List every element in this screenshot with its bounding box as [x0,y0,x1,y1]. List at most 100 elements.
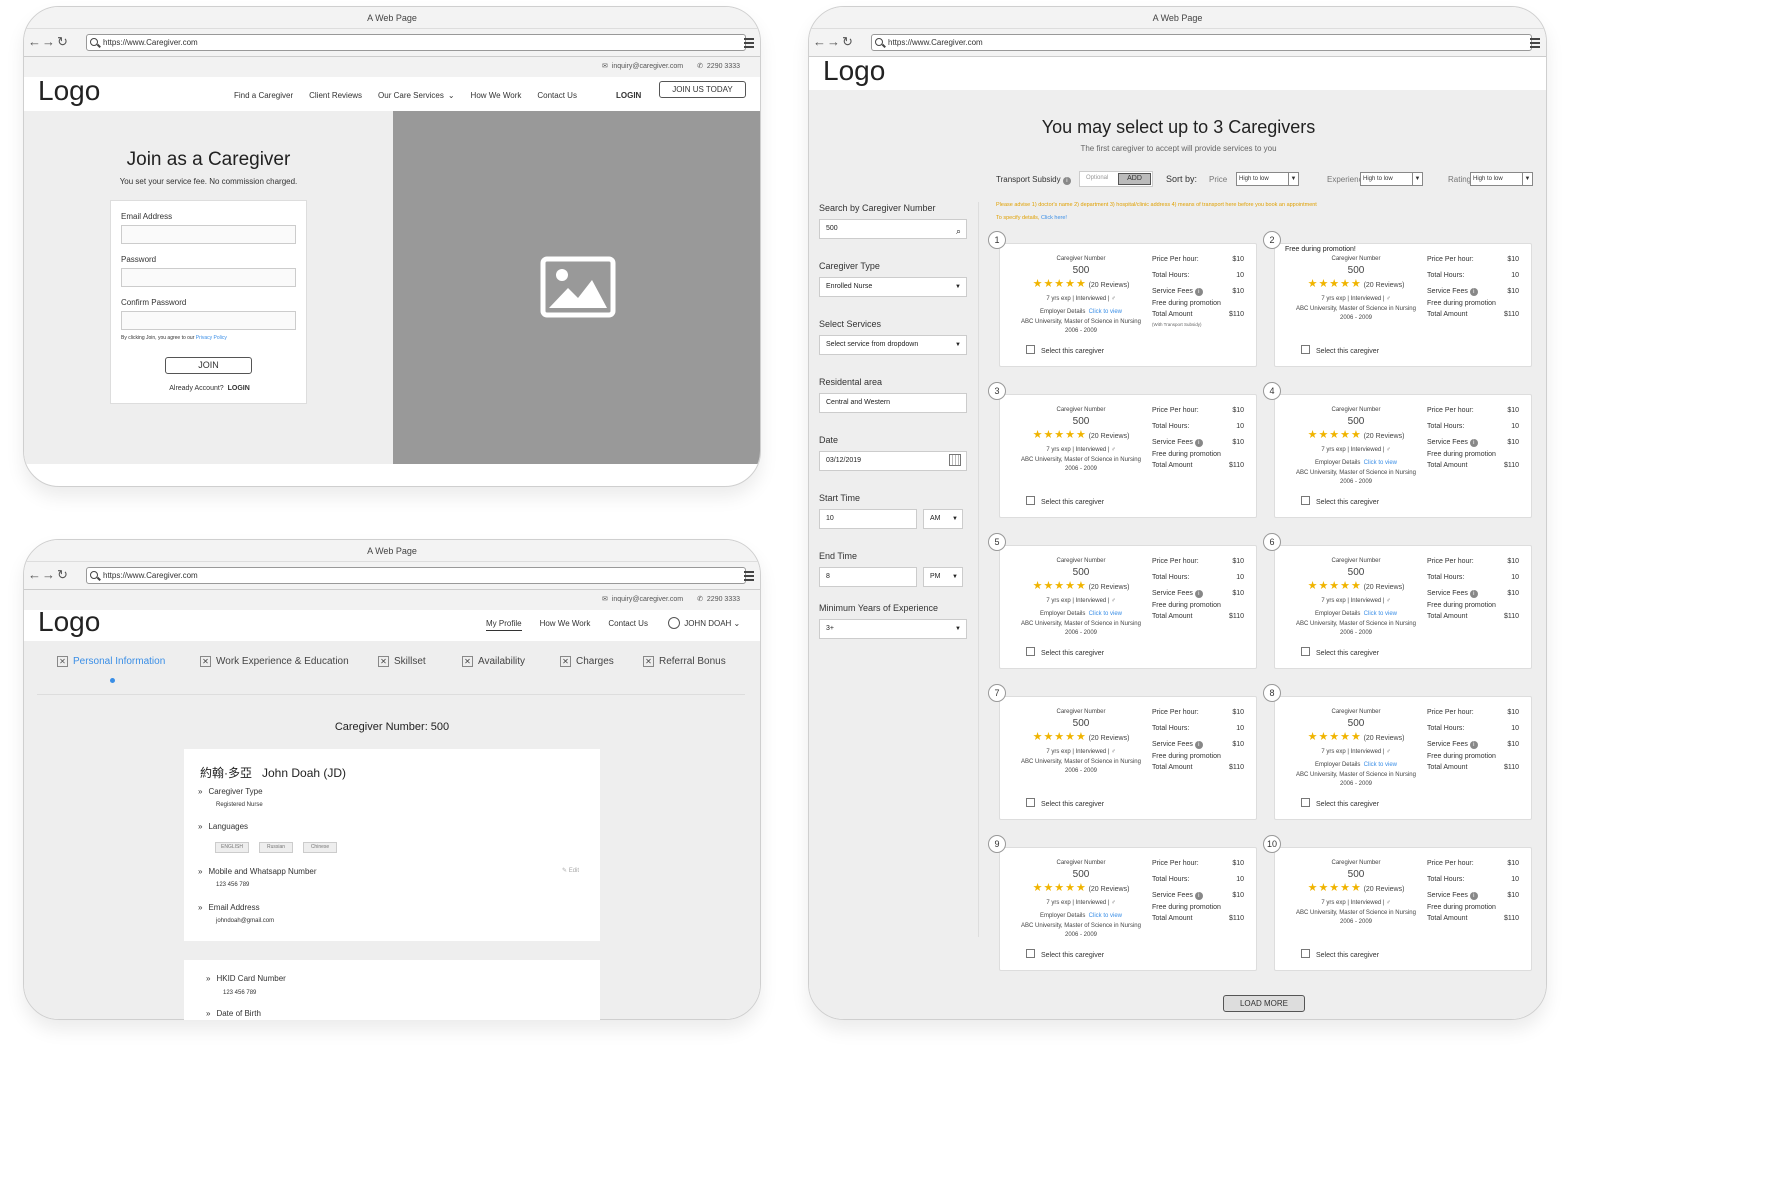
min-experience-select[interactable]: 3+ ▼ [819,619,967,639]
logo[interactable]: Logo [823,55,885,87]
date-input[interactable]: 03/12/2019 [819,451,967,471]
tab-availability[interactable]: ✕ Availability [462,656,525,667]
review-count[interactable]: (20 Reviews) [1089,433,1130,440]
review-count[interactable]: (20 Reviews) [1089,282,1130,289]
nav-find-caregiver[interactable]: Find a Caregiver [234,91,293,100]
logo[interactable]: Logo [38,606,100,638]
review-count[interactable]: (20 Reviews) [1364,584,1405,591]
reload-icon[interactable]: ↻ [57,35,68,49]
info-icon[interactable]: i [1469,892,1478,900]
info-icon[interactable]: i [1194,590,1203,598]
nav-care-services[interactable]: Our Care Services [378,91,444,100]
back-icon[interactable]: ← [28,568,41,582]
caregiver-number-value[interactable]: 500 [1285,416,1427,427]
select-caregiver-checkbox[interactable]: Select this caregiver [1301,647,1379,657]
info-icon[interactable]: i [1469,590,1478,598]
calendar-icon[interactable] [949,454,961,466]
end-ampm-select[interactable]: PM ▼ [923,567,963,587]
back-icon[interactable]: ← [28,35,41,49]
user-name[interactable]: JOHN DOAH [684,619,731,628]
select-services-select[interactable]: Select service from dropdown ▼ [819,335,967,355]
tab-charges[interactable]: ✕ Charges [560,656,614,667]
click-to-view-link[interactable]: Click to view [1089,611,1122,617]
info-icon[interactable]: i [1194,288,1203,296]
caregiver-number-value[interactable]: 500 [1285,567,1427,578]
click-to-view-link[interactable]: Click to view [1364,460,1397,466]
forward-icon[interactable]: → [42,568,55,582]
info-icon[interactable]: i [1194,439,1203,447]
click-to-view-link[interactable]: Click to view [1364,762,1397,768]
price-sort-select[interactable]: High to low ▼ [1236,172,1299,186]
add-button[interactable]: ADD [1118,173,1151,185]
residential-area-input[interactable]: Central and Western [819,393,967,413]
info-icon[interactable]: i [1194,892,1203,900]
info-icon[interactable]: i [1062,177,1071,185]
transport-subsidy-input[interactable]: Optional ADD [1079,171,1153,187]
caregiver-number-value[interactable]: 500 [1285,869,1427,880]
click-here-link[interactable]: Click here! [1041,215,1067,221]
select-caregiver-checkbox[interactable]: Select this caregiver [1026,949,1104,959]
tab-skillset[interactable]: ✕ Skillset [378,656,426,667]
caregiver-number-value[interactable]: 500 [1010,416,1152,427]
caregiver-number-value[interactable]: 500 [1010,567,1152,578]
review-count[interactable]: (20 Reviews) [1089,886,1130,893]
password-field[interactable] [121,268,296,287]
select-caregiver-checkbox[interactable]: Select this caregiver [1026,798,1104,808]
caregiver-number-value[interactable]: 500 [1010,265,1152,276]
caregiver-number-value[interactable]: 500 [1285,718,1427,729]
select-caregiver-checkbox[interactable]: Select this caregiver [1026,647,1104,657]
tab-work-experience[interactable]: ✕ Work Experience & Education [200,656,349,667]
reload-icon[interactable]: ↻ [57,568,68,582]
click-to-view-link[interactable]: Click to view [1364,611,1397,617]
caregiver-number-value[interactable]: 500 [1285,265,1427,276]
nav-contact-us[interactable]: Contact Us [608,619,648,628]
nav-how-we-work[interactable]: How We Work [540,619,591,628]
nav-how-we-work[interactable]: How We Work [471,91,522,100]
select-caregiver-checkbox[interactable]: Select this caregiver [1301,798,1379,808]
edit-button[interactable]: ✎ Edit [562,867,579,874]
caregiver-type-select[interactable]: Enrolled Nurse ▼ [819,277,967,297]
review-count[interactable]: (20 Reviews) [1364,735,1405,742]
select-caregiver-checkbox[interactable]: Select this caregiver [1301,949,1379,959]
start-time-input[interactable]: 10 [819,509,917,529]
select-caregiver-checkbox[interactable]: Select this caregiver [1301,345,1379,355]
select-caregiver-checkbox[interactable]: Select this caregiver [1026,496,1104,506]
select-caregiver-checkbox[interactable]: Select this caregiver [1301,496,1379,506]
join-button[interactable]: JOIN [165,357,252,374]
logo[interactable]: Logo [38,75,100,107]
url-bar[interactable]: https://www.Caregiver.com [86,34,746,51]
review-count[interactable]: (20 Reviews) [1089,584,1130,591]
ratings-sort-select[interactable]: High to low ▼ [1470,172,1533,186]
select-caregiver-checkbox[interactable]: Select this caregiver [1026,345,1104,355]
email-field[interactable] [121,225,296,244]
review-count[interactable]: (20 Reviews) [1364,433,1405,440]
caregiver-number-value[interactable]: 500 [1010,869,1152,880]
menu-icon[interactable] [1530,38,1540,50]
back-icon[interactable]: ← [813,35,826,49]
review-count[interactable]: (20 Reviews) [1364,886,1405,893]
end-time-input[interactable]: 8 [819,567,917,587]
forward-icon[interactable]: → [827,35,840,49]
login-link-form[interactable]: LOGIN [228,385,250,392]
confirm-password-field[interactable] [121,311,296,330]
user-avatar-icon[interactable] [668,617,681,629]
nav-client-reviews[interactable]: Client Reviews [309,91,362,100]
start-ampm-select[interactable]: AM ▼ [923,509,963,529]
click-to-view-link[interactable]: Click to view [1089,309,1122,315]
info-icon[interactable]: i [1469,288,1478,296]
review-count[interactable]: (20 Reviews) [1089,735,1130,742]
url-bar[interactable]: https://www.Caregiver.com [871,34,1532,51]
login-link[interactable]: LOGIN [616,91,641,100]
menu-icon[interactable] [744,571,754,583]
url-bar[interactable]: https://www.Caregiver.com [86,567,746,584]
tab-referral-bonus[interactable]: ✕ Referral Bonus [643,656,726,667]
info-icon[interactable]: i [1469,741,1478,749]
nav-contact-us[interactable]: Contact Us [537,91,577,100]
review-count[interactable]: (20 Reviews) [1364,282,1405,289]
caregiver-number-value[interactable]: 500 [1010,718,1152,729]
info-icon[interactable]: i [1194,741,1203,749]
privacy-link[interactable]: Privacy Policy [196,335,227,341]
load-more-button[interactable]: LOAD MORE [1223,995,1305,1012]
nav-my-profile[interactable]: My Profile [486,619,522,631]
menu-icon[interactable] [744,38,754,50]
